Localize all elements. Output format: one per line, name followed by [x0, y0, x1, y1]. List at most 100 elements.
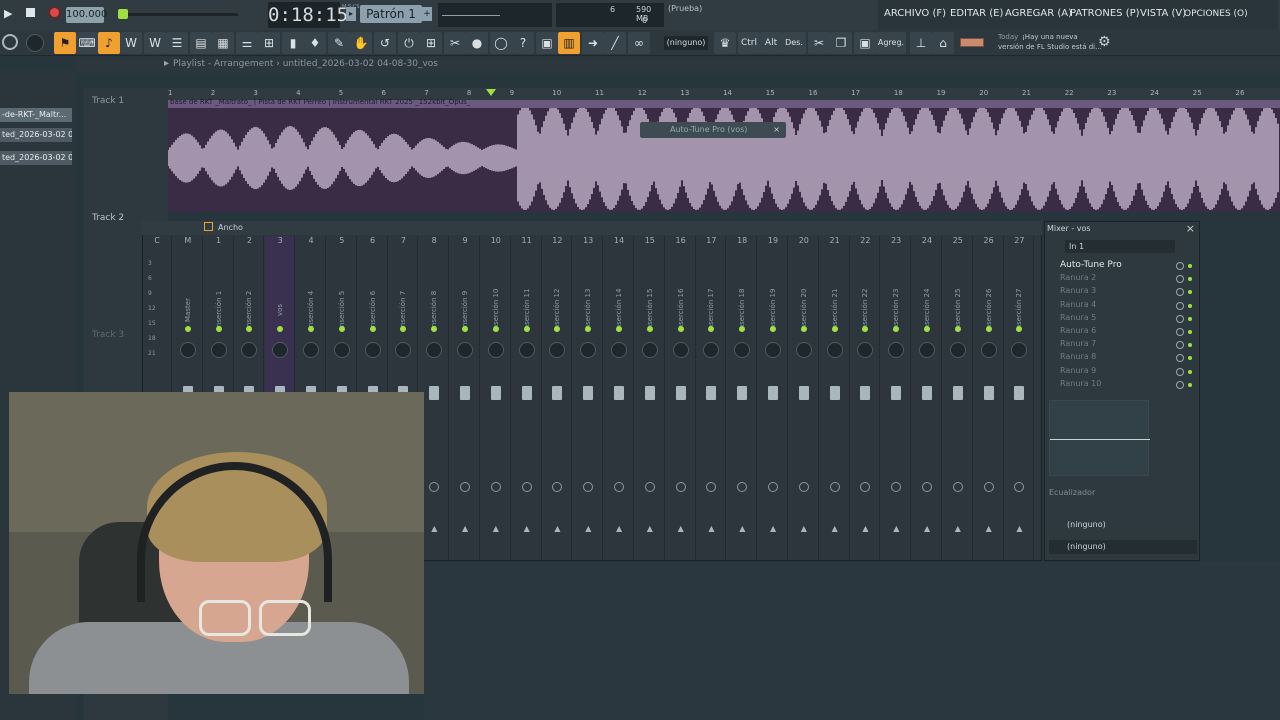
pan-knob[interactable] [765, 342, 781, 358]
mute-led[interactable] [308, 326, 314, 332]
store-icon[interactable]: ⌂ [932, 32, 954, 54]
slot-enable-led[interactable] [1188, 316, 1192, 321]
stop-button[interactable] [26, 8, 35, 17]
mixer-channel-9[interactable]: 9 Inserción 9 ▲ [450, 236, 480, 560]
menu-editar[interactable]: EDITAR (E) [950, 8, 1003, 19]
slot-enable-led[interactable] [1188, 290, 1192, 295]
route-arrow-icon[interactable]: ▲ [955, 524, 961, 533]
mixer-channel-15[interactable]: 15 Inserción 15 ▲ [635, 236, 665, 560]
fx-slot[interactable]: Ranura 10 [1050, 379, 1192, 391]
timeline-marker[interactable]: 6 [382, 89, 386, 97]
volume-fader[interactable] [860, 386, 871, 400]
add-key[interactable]: Agreg. [876, 32, 906, 54]
pan-knob[interactable] [641, 342, 658, 358]
clip-header[interactable]: base de RKT _Maltrato_ | Pista de RKT Pe… [168, 98, 1280, 108]
volume-fader[interactable] [891, 386, 902, 400]
timeline-marker[interactable]: 2 [211, 89, 215, 97]
track-label[interactable]: Track 3 [92, 330, 124, 340]
alt-key[interactable]: Alt [760, 32, 782, 54]
pan-knob[interactable] [303, 342, 319, 358]
autotune-close-icon[interactable]: × [773, 122, 780, 138]
slot-mix-knob[interactable] [1176, 341, 1184, 350]
mixer-channel-13[interactable]: 13 Inserción 13 ▲ [573, 236, 604, 560]
timeline-marker[interactable]: 13 [680, 89, 689, 97]
plugin-icon[interactable]: ♦ [304, 32, 326, 54]
record-button[interactable] [48, 6, 61, 19]
route-arrow-icon[interactable]: ▲ [493, 524, 499, 533]
menu-patrones[interactable]: PATRONES (P) [1070, 8, 1140, 19]
timeline-marker[interactable]: 24 [1150, 89, 1159, 97]
mixer-channel-10[interactable]: 10 Inserción 10 ▲ [481, 236, 511, 560]
route-arrow-icon[interactable]: ▲ [616, 524, 622, 533]
slot-mix-knob[interactable] [1176, 314, 1184, 323]
slot-mix-knob[interactable] [1176, 301, 1184, 310]
brush-icon[interactable]: ✎ [328, 32, 350, 54]
playhead-marker[interactable] [486, 89, 496, 96]
mute-led[interactable] [462, 326, 468, 332]
route-arrow-icon[interactable]: ▲ [708, 524, 714, 533]
timeline-marker[interactable]: 22 [1065, 89, 1074, 97]
pan-knob[interactable] [949, 342, 966, 358]
pan-knob[interactable] [426, 342, 443, 358]
stamp-icon[interactable]: ♛ [714, 32, 736, 54]
master-pitch-knob[interactable] [26, 34, 44, 52]
track-label[interactable]: Track 2 [92, 213, 124, 223]
route-arrow-icon[interactable]: ▲ [893, 524, 899, 533]
pan-knob[interactable] [611, 342, 627, 358]
timeline-marker[interactable]: 1 [168, 89, 172, 97]
chat-icon[interactable]: ◯ [490, 32, 512, 54]
file-icon[interactable]: ▮ [282, 32, 304, 54]
timeline-marker[interactable]: 21 [1022, 89, 1031, 97]
browser-item[interactable]: ted_2026-03-02 04-... [0, 151, 72, 165]
timeline-marker[interactable]: 10 [552, 89, 561, 97]
pattern-left-arrow[interactable]: ▸ [346, 7, 356, 21]
volume-fader[interactable] [952, 386, 963, 400]
mute-led[interactable] [677, 326, 684, 332]
slot-enable-led[interactable] [1188, 277, 1192, 282]
countdown-icon[interactable]: W [120, 32, 142, 54]
mute-led[interactable] [770, 326, 776, 332]
mixer-width-icon[interactable] [204, 222, 213, 231]
pan-knob[interactable] [1011, 342, 1028, 358]
browser-item[interactable]: -de-RKT-_Maltr... [0, 108, 72, 122]
fx-slot[interactable]: Ranura 8 [1050, 352, 1192, 364]
mute-led[interactable] [338, 326, 345, 332]
power-icon[interactable]: ⏻ [398, 32, 420, 54]
mixer-channel-18[interactable]: 18 Inserción 18 ▲ [727, 236, 758, 560]
volume-fader[interactable] [983, 386, 994, 400]
route-knob[interactable] [829, 482, 840, 492]
news-line-2[interactable]: versión de FL Studio está di... [998, 43, 1102, 51]
pan-knob[interactable] [457, 342, 473, 358]
volume-fader[interactable] [429, 386, 440, 400]
sidechain-selector[interactable]: (ninguno) [1049, 540, 1197, 554]
volume-fader[interactable] [460, 386, 470, 400]
pan-knob[interactable] [333, 342, 350, 358]
route-knob[interactable] [644, 482, 655, 492]
route-knob[interactable] [768, 482, 778, 492]
fx-slot[interactable]: Ranura 7 [1050, 339, 1192, 351]
song-time-display[interactable]: 0:18:15 [268, 2, 348, 28]
blend-notes-icon[interactable]: W [144, 32, 166, 54]
volume-fader[interactable] [768, 386, 778, 400]
mixer-channel-22[interactable]: 22 Inserción 22 ▲ [850, 236, 881, 560]
timeline-marker[interactable]: 14 [723, 89, 732, 97]
route-arrow-icon[interactable]: ▲ [801, 524, 807, 533]
route-knob[interactable] [983, 482, 994, 492]
pan-knob[interactable] [857, 342, 874, 358]
mute-led[interactable] [369, 326, 376, 332]
mixer-channel-16[interactable]: 16 Inserción 16 ▲ [666, 236, 696, 560]
route-arrow-icon[interactable]: ▲ [770, 524, 776, 533]
channel-rack-icon[interactable]: ▦ [212, 32, 234, 54]
route-knob[interactable] [737, 482, 748, 492]
pan-knob[interactable] [272, 342, 289, 358]
mute-led[interactable] [184, 326, 191, 332]
pan-knob[interactable] [364, 342, 381, 358]
slot-mix-knob[interactable] [1176, 288, 1184, 297]
slot-mix-knob[interactable] [1176, 380, 1184, 389]
metronome-icon[interactable]: ♪ [98, 32, 120, 54]
pan-knob[interactable] [672, 342, 689, 358]
volume-fader[interactable] [644, 386, 655, 400]
timeline-marker[interactable]: 19 [937, 89, 946, 97]
mute-led[interactable] [523, 326, 530, 332]
playlist-arrow-icon[interactable]: ▸ [164, 58, 169, 69]
